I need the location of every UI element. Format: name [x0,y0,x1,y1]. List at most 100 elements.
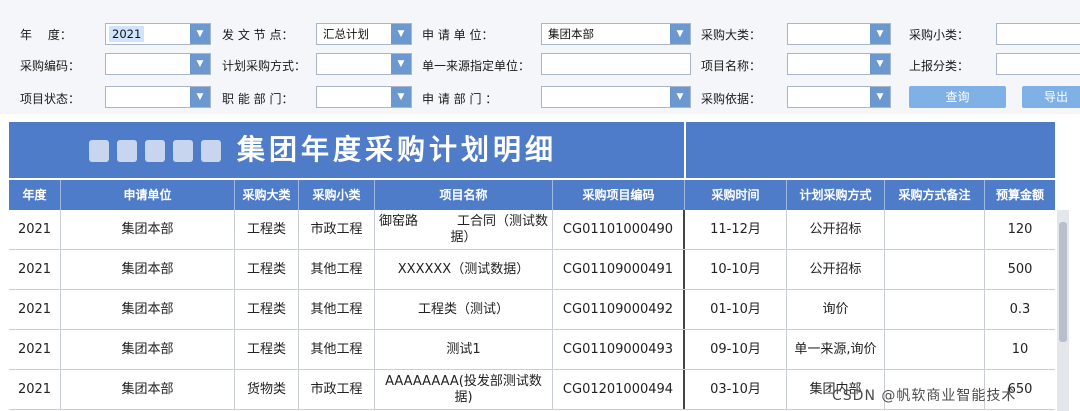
project-name-input[interactable]: ▼ [787,53,891,75]
cell-category: 工程类 [235,290,299,329]
report-category-label: 上报分类： [909,59,970,73]
category-label: 采购大类： [701,28,762,42]
cell-method: 公开招标 [787,210,885,249]
department-select[interactable]: ▼ [316,86,412,108]
category-select[interactable]: ▼ [787,23,891,45]
single-source-input[interactable] [541,53,691,75]
col-header[interactable]: 采购小类 [299,180,375,210]
cell-unit: 集团本部 [61,250,235,289]
cell-year: 2021 [9,330,61,369]
cell-category: 工程类 [235,330,299,369]
year-label: 年 度： [20,28,72,42]
status-select[interactable]: ▼ [105,86,211,108]
cell-project-name: 测试1 [375,330,553,369]
subcategory-select[interactable] [996,23,1080,45]
chevron-down-icon[interactable]: ▼ [670,24,690,44]
divider-strip [0,114,1080,122]
chevron-down-icon[interactable]: ▼ [870,87,890,107]
project-name-label: 项目名称： [701,59,762,73]
cell-project-name: 工程类（测试） [375,290,553,329]
node-select[interactable]: 汇总计划 ▼ [316,23,412,45]
cell-time: 01-10月 [685,290,787,329]
redacted-block [89,140,109,162]
cell-code: CG01201000494 [553,370,685,409]
export-button[interactable]: 导出 [1022,86,1080,108]
method-select[interactable]: ▼ [316,53,412,75]
col-header[interactable]: 年度 [9,180,61,210]
unit-value: 集团本部 [548,27,594,41]
cell-category: 工程类 [235,250,299,289]
cell-method-note [885,210,985,249]
cell-category: 货物类 [235,370,299,409]
basis-select[interactable]: ▼ [787,86,891,108]
scrollbar-thumb[interactable] [1059,222,1067,342]
cell-year: 2021 [9,250,61,289]
redacted-block [117,140,137,162]
cell-method: 公开招标 [787,250,885,289]
cell-year: 2021 [9,210,61,249]
col-header[interactable]: 项目名称 [375,180,553,210]
applicant-dept-select[interactable]: ▼ [541,86,691,108]
cell-code: CG01109000493 [553,330,685,369]
chevron-down-icon[interactable]: ▼ [870,54,890,74]
chevron-down-icon[interactable]: ▼ [391,24,411,44]
year-value: 2021 [109,26,145,42]
report-category-select[interactable] [996,53,1080,75]
col-header[interactable]: 申请单位 [61,180,235,210]
col-header[interactable]: 采购项目编码 [553,180,685,210]
cell-code: CG01109000492 [553,290,685,329]
department-label: 职 能 部 门： [222,92,294,106]
node-value: 汇总计划 [323,27,369,41]
col-header[interactable]: 计划采购方式 [787,180,885,210]
cell-year: 2021 [9,290,61,329]
status-label: 项目状态： [20,92,81,106]
vertical-scrollbar[interactable] [1057,210,1069,411]
cell-time: 03-10月 [685,370,787,409]
table-row[interactable]: 2021 集团本部 工程类 其他工程 工程类（测试） CG01109000492… [9,290,1055,330]
cell-subcategory: 其他工程 [299,290,375,329]
cell-subcategory: 其他工程 [299,330,375,369]
cell-unit: 集团本部 [61,210,235,249]
chevron-down-icon[interactable]: ▼ [670,87,690,107]
unit-label: 申 请 单 位： [422,28,494,42]
cell-unit: 集团本部 [61,290,235,329]
unit-select[interactable]: 集团本部 ▼ [541,23,691,45]
filter-panel: 年 度： 2021 ▼ 发 文 节 点： 汇总计划 ▼ 申 请 单 位： 集团本… [0,0,1080,115]
method-label: 计划采购方式： [222,59,307,73]
chevron-down-icon[interactable]: ▼ [190,87,210,107]
cell-budget: 0.3 [1009,301,1031,317]
cell-method: 单一来源,询价 [787,330,885,369]
cell-subcategory: 市政工程 [299,370,375,409]
report-table: 集团年度采购计划明细 年度 申请单位 采购大类 采购小类 项目名称 采购项目编码… [9,122,1055,411]
redacted-block [173,140,193,162]
col-header[interactable]: 采购大类 [235,180,299,210]
single-source-label: 单一来源指定单位： [422,59,531,73]
table-row[interactable]: 2021 集团本部 工程类 市政工程 御窑路 工合同（测试数据） CG01101… [9,210,1055,250]
col-header[interactable]: 预算金额 [985,180,1055,210]
cell-unit: 集团本部 [61,330,235,369]
chevron-down-icon[interactable]: ▼ [391,87,411,107]
cell-year: 2021 [9,370,61,409]
table-row[interactable]: 2021 集团本部 工程类 其他工程 测试1 CG01109000493 09-… [9,330,1055,370]
node-label: 发 文 节 点： [222,28,294,42]
col-header[interactable]: 采购方式备注 [885,180,985,210]
chevron-down-icon[interactable]: ▼ [190,24,210,44]
cell-time: 11-12月 [685,210,787,249]
code-select[interactable]: ▼ [105,53,211,75]
cell-project-name: XXXXXX（测试数据） [375,250,553,289]
query-button[interactable]: 查询 [909,86,1006,108]
cell-time: 10-10月 [685,250,787,289]
table-header: 年度 申请单位 采购大类 采购小类 项目名称 采购项目编码 采购时间 计划采购方… [9,178,1055,210]
cell-subcategory: 市政工程 [299,210,375,249]
cell-project-name: 御窑路 工合同（测试数据） [375,210,553,249]
report-title: 集团年度采购计划明细 [237,133,558,166]
report-title-band: 集团年度采购计划明细 [9,122,1055,178]
chevron-down-icon[interactable]: ▼ [190,54,210,74]
code-label: 采购编码： [20,59,81,73]
chevron-down-icon[interactable]: ▼ [391,54,411,74]
cell-code: CG01101000490 [553,210,685,249]
table-row[interactable]: 2021 集团本部 工程类 其他工程 XXXXXX（测试数据） CG011090… [9,250,1055,290]
year-select[interactable]: 2021 ▼ [105,23,211,45]
chevron-down-icon[interactable]: ▼ [870,24,890,44]
col-header[interactable]: 采购时间 [685,180,787,210]
